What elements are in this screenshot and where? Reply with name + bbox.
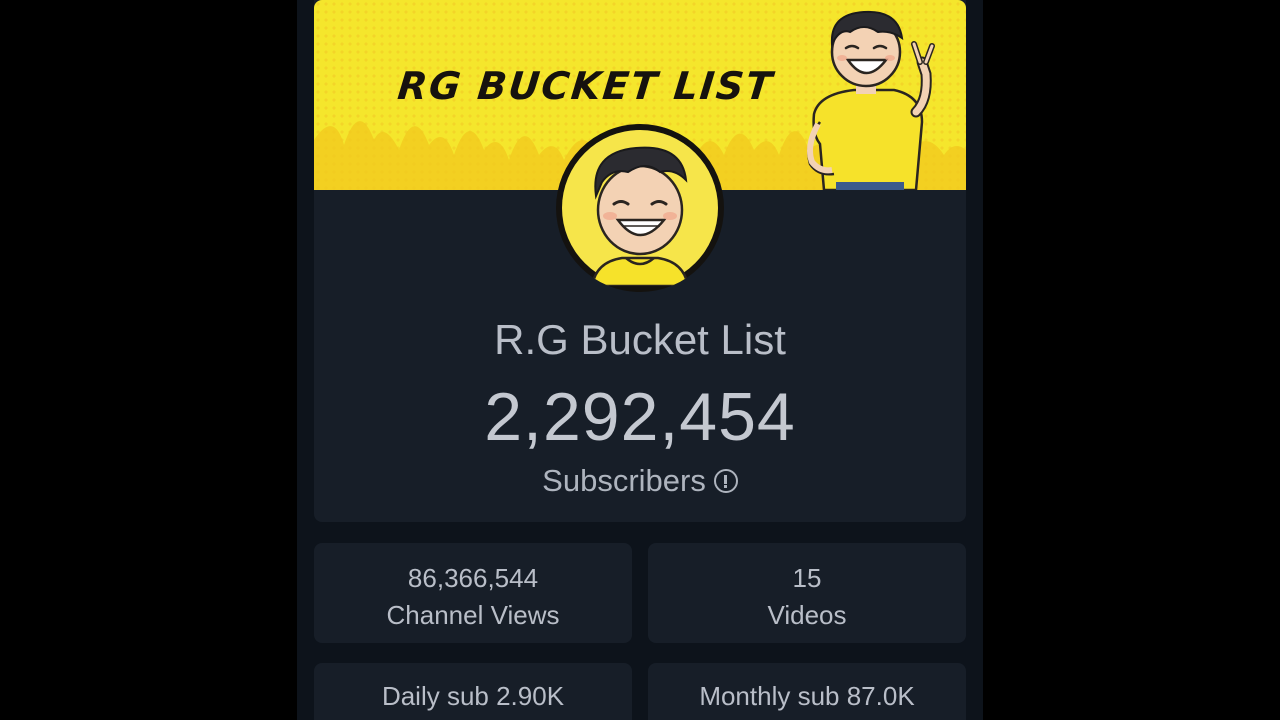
channel-card: RG BUCKET LIST R.G Bucket List 2,292,454… bbox=[314, 0, 966, 522]
videos-value: 15 bbox=[792, 563, 822, 593]
monthly-sub-text: Monthly sub 87.0K bbox=[699, 681, 915, 711]
channel-avatar[interactable] bbox=[556, 124, 724, 292]
channel-name: R.G Bucket List bbox=[494, 316, 786, 363]
avatar-illustration bbox=[562, 130, 718, 286]
stat-card-channel-views: 86,366,544 Channel Views bbox=[314, 543, 632, 643]
subscriber-label-row: Subscribers bbox=[314, 463, 966, 499]
channel-views-label: Channel Views bbox=[386, 600, 560, 630]
cartoon-character-illustration bbox=[807, 10, 935, 190]
info-circle-icon[interactable] bbox=[713, 469, 738, 493]
subscriber-label: Subscribers bbox=[542, 463, 706, 498]
daily-sub-text: Daily sub 2.90K bbox=[381, 681, 565, 711]
stat-card-daily-sub: Daily sub 2.90K bbox=[314, 663, 632, 720]
stat-card-monthly-sub: Monthly sub 87.0K bbox=[648, 663, 966, 720]
stat-card-videos: 15 Videos bbox=[648, 543, 966, 643]
app-screen: RG BUCKET LIST R.G Bucket List 2,292,454… bbox=[297, 0, 983, 720]
channel-views-value: 86,366,544 bbox=[407, 563, 539, 593]
subscriber-count: 2,292,454 bbox=[484, 379, 796, 455]
banner-title: RG BUCKET LIST bbox=[395, 64, 776, 108]
videos-label: Videos bbox=[767, 600, 847, 630]
